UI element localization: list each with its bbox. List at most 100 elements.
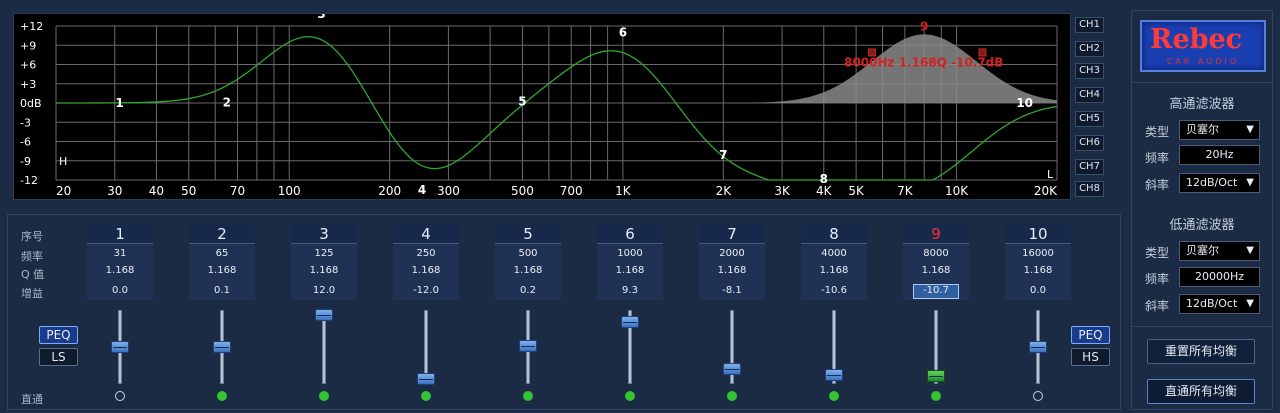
band-8-parameters[interactable]: 8 4000 1.168 -10.6 bbox=[801, 224, 867, 300]
band-q-value[interactable]: 1.168 bbox=[903, 265, 969, 276]
bypass-all-eq-button[interactable]: 直通所有均衡 bbox=[1147, 379, 1255, 404]
band-number[interactable]: 6 bbox=[597, 224, 663, 244]
band-number[interactable]: 5 bbox=[495, 224, 561, 244]
band-5-parameters[interactable]: 5 500 1.168 0.2 bbox=[495, 224, 561, 300]
highpass-freq-input[interactable]: 20Hz bbox=[1179, 145, 1260, 165]
band-gain[interactable]: 0.2 bbox=[495, 285, 561, 296]
band-frequency[interactable]: 125 bbox=[291, 248, 357, 259]
channel-button-7[interactable]: CH7 bbox=[1075, 159, 1104, 175]
channel-button-4[interactable]: CH4 bbox=[1075, 87, 1104, 103]
band-q-value[interactable]: 1.168 bbox=[597, 265, 663, 276]
band-10-parameters[interactable]: 10 16000 1.168 0.0 bbox=[1005, 224, 1071, 300]
divider bbox=[1131, 326, 1273, 327]
band-q-value[interactable]: 1.168 bbox=[801, 265, 867, 276]
right-peq-button[interactable]: PEQ bbox=[1071, 326, 1110, 344]
band-frequency[interactable]: 4000 bbox=[801, 248, 867, 259]
band-gain[interactable]: -8.1 bbox=[699, 285, 765, 296]
band-2-parameters[interactable]: 2 65 1.168 0.1 bbox=[189, 224, 255, 300]
band-number[interactable]: 4 bbox=[393, 224, 459, 244]
band-gain[interactable]: -10.6 bbox=[801, 285, 867, 296]
band-9-bypass-indicator[interactable] bbox=[931, 391, 941, 401]
band-marker-4: 4 bbox=[418, 183, 426, 197]
eq-curve-svg: +12 +9 +6 +3 0dB -3 -6 -9 -12 20 30 40 50 70 100 200 300… bbox=[20, 14, 1058, 198]
band-4-gain-slider-knob[interactable] bbox=[417, 373, 435, 385]
high-shelf-button[interactable]: HS bbox=[1071, 348, 1110, 366]
band-gain[interactable]: 0.1 bbox=[189, 285, 255, 296]
band-10-bypass-indicator[interactable] bbox=[1033, 391, 1043, 401]
channel-button-3[interactable]: CH3 bbox=[1075, 63, 1104, 79]
band-number[interactable]: 2 bbox=[189, 224, 255, 244]
band-number[interactable]: 7 bbox=[699, 224, 765, 244]
y-tick-label: 0dB bbox=[20, 97, 42, 110]
band-frequency[interactable]: 1000 bbox=[597, 248, 663, 259]
band-frequency[interactable]: 8000 bbox=[903, 248, 969, 259]
band-10-gain-slider-knob[interactable] bbox=[1029, 341, 1047, 353]
band-frequency[interactable]: 65 bbox=[189, 248, 255, 259]
band-6-bypass-indicator[interactable] bbox=[625, 391, 635, 401]
band-frequency[interactable]: 31 bbox=[87, 248, 153, 259]
lowpass-slope-select[interactable]: 12dB/Oct ▼ bbox=[1179, 294, 1260, 314]
y-tick-label: +9 bbox=[20, 39, 36, 52]
band-q-value[interactable]: 1.168 bbox=[291, 265, 357, 276]
band-5-gain-slider-knob[interactable] bbox=[519, 340, 537, 353]
band-6-parameters[interactable]: 6 1000 1.168 9.3 bbox=[597, 224, 663, 300]
band-q-value[interactable]: 1.168 bbox=[1005, 265, 1071, 276]
left-peq-button[interactable]: PEQ bbox=[39, 326, 78, 344]
lowpass-type-select[interactable]: 贝塞尔 ▼ bbox=[1179, 241, 1260, 261]
channel-button-1[interactable]: CH1 bbox=[1075, 17, 1104, 33]
band-number[interactable]: 9 bbox=[903, 224, 969, 244]
band-1-gain-slider-knob[interactable] bbox=[111, 341, 129, 353]
band-7-bypass-indicator[interactable] bbox=[727, 391, 737, 401]
band-3-bypass-indicator[interactable] bbox=[319, 391, 329, 401]
low-shelf-button[interactable]: LS bbox=[39, 348, 78, 366]
band-2-gain-slider-knob[interactable] bbox=[213, 340, 231, 353]
band-number[interactable]: 8 bbox=[801, 224, 867, 244]
band-frequency[interactable]: 2000 bbox=[699, 248, 765, 259]
band-gain[interactable]: 12.0 bbox=[291, 285, 357, 296]
band-5-bypass-indicator[interactable] bbox=[523, 391, 533, 401]
lowpass-freq-input[interactable]: 20000Hz bbox=[1179, 267, 1260, 287]
band-frequency[interactable]: 500 bbox=[495, 248, 561, 259]
band-gain[interactable]: -10.7 bbox=[903, 285, 969, 296]
band-gain[interactable]: 0.0 bbox=[87, 285, 153, 296]
highpass-type-select[interactable]: 贝塞尔 ▼ bbox=[1179, 120, 1260, 140]
band-1-bypass-indicator[interactable] bbox=[115, 391, 125, 401]
band-q-value[interactable]: 1.168 bbox=[699, 265, 765, 276]
band-1-parameters[interactable]: 1 31 1.168 0.0 bbox=[87, 224, 153, 300]
band-4-bypass-indicator[interactable] bbox=[421, 391, 431, 401]
band-3-gain-slider-knob[interactable] bbox=[315, 309, 333, 321]
band-gain[interactable]: -12.0 bbox=[393, 285, 459, 296]
band-q-value[interactable]: 1.168 bbox=[495, 265, 561, 276]
band-frequency[interactable]: 16000 bbox=[1005, 248, 1071, 259]
channel-button-6[interactable]: CH6 bbox=[1075, 135, 1104, 151]
band-7-parameters[interactable]: 7 2000 1.168 -8.1 bbox=[699, 224, 765, 300]
band-gain[interactable]: 9.3 bbox=[597, 285, 663, 296]
channel-button-8[interactable]: CH8 bbox=[1075, 181, 1104, 197]
band-8-gain-slider-knob[interactable] bbox=[825, 369, 843, 382]
band-2-bypass-indicator[interactable] bbox=[217, 391, 227, 401]
logo-brand-text: Rebec bbox=[1150, 24, 1243, 55]
row-label-q: Q 值 bbox=[21, 268, 45, 281]
channel-button-5[interactable]: CH5 bbox=[1075, 111, 1104, 127]
highpass-slope-select[interactable]: 12dB/Oct ▼ bbox=[1179, 173, 1260, 193]
band-frequency[interactable]: 250 bbox=[393, 248, 459, 259]
eq-response-graph[interactable]: +12 +9 +6 +3 0dB -3 -6 -9 -12 20 30 40 50 70 100 200 300… bbox=[13, 13, 1071, 200]
band-q-value[interactable]: 1.168 bbox=[189, 265, 255, 276]
band-q-value[interactable]: 1.168 bbox=[87, 265, 153, 276]
band-3-gain-slider-track[interactable] bbox=[322, 310, 326, 384]
band-number[interactable]: 1 bbox=[87, 224, 153, 244]
band-9-gain-slider-knob[interactable] bbox=[927, 369, 945, 382]
reset-all-eq-button[interactable]: 重置所有均衡 bbox=[1147, 339, 1255, 364]
band-q-value[interactable]: 1.168 bbox=[393, 265, 459, 276]
band-4-parameters[interactable]: 4 250 1.168 -12.0 bbox=[393, 224, 459, 300]
band-3-parameters[interactable]: 3 125 1.168 12.0 bbox=[291, 224, 357, 300]
band-8-bypass-indicator[interactable] bbox=[829, 391, 839, 401]
band-gain[interactable]: 0.0 bbox=[1005, 285, 1071, 296]
x-tick-label: 20K bbox=[1034, 184, 1058, 198]
band-number[interactable]: 3 bbox=[291, 224, 357, 244]
band-9-parameters[interactable]: 9 8000 1.168 -10.7 bbox=[903, 224, 969, 300]
band-6-gain-slider-knob[interactable] bbox=[621, 316, 639, 329]
band-number[interactable]: 10 bbox=[1005, 224, 1071, 244]
channel-button-2[interactable]: CH2 bbox=[1075, 41, 1104, 57]
band-7-gain-slider-knob[interactable] bbox=[723, 362, 741, 375]
